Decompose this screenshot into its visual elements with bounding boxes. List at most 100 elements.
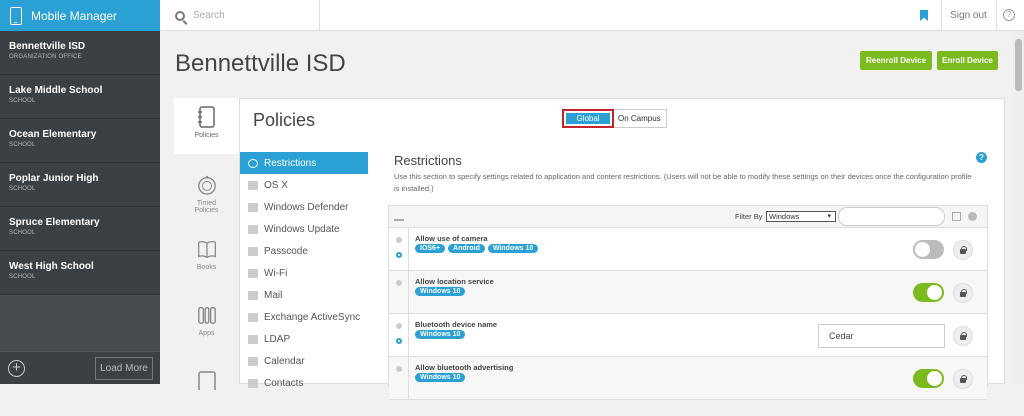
bluetooth-name-field[interactable]: Cedar xyxy=(818,324,945,348)
platform-badge: Windows 10 xyxy=(415,373,466,382)
menu-label: Exchange ActiveSync xyxy=(264,311,361,323)
row-gutter xyxy=(389,228,409,270)
sidebar-footer: + Load More xyxy=(0,351,160,384)
bookmark-icon[interactable] xyxy=(920,10,928,21)
lock-icon[interactable] xyxy=(953,326,973,346)
sidebar-filler xyxy=(0,295,160,351)
load-more-button[interactable]: Load More xyxy=(95,357,153,380)
sidebar-item-west-high[interactable]: West High School SCHOOL xyxy=(0,251,160,295)
sidebar: Bennettville ISD ORGANIZATION OFFICE Lak… xyxy=(0,31,160,384)
windows-icon xyxy=(248,224,258,234)
menu-calendar[interactable]: Calendar xyxy=(240,350,368,372)
platform-badge: Windows 10 xyxy=(487,244,539,253)
platform-badge: IOS6+ xyxy=(415,244,446,253)
tab-apps[interactable]: Apps xyxy=(174,296,239,352)
tab-timed-policies[interactable]: Timed Policies xyxy=(174,166,239,222)
school-type: SCHOOL xyxy=(9,274,36,280)
sign-out-link[interactable]: Sign out xyxy=(941,0,996,31)
add-icon[interactable]: + xyxy=(8,360,25,377)
filter-label: Filter By xyxy=(735,212,763,221)
row-gutter xyxy=(389,314,409,356)
platform-badges: Windows 10 xyxy=(415,287,466,296)
app-title: Mobile Manager xyxy=(31,8,118,23)
sidebar-item-lake-middle[interactable]: Lake Middle School SCHOOL xyxy=(0,75,160,119)
school-name: Bennettville ISD xyxy=(9,41,86,52)
tab-label: Policies xyxy=(194,132,219,139)
book-icon xyxy=(197,241,216,259)
policies-title: Policies xyxy=(253,110,316,130)
menu-restrictions[interactable]: Restrictions xyxy=(240,152,368,174)
menu-label: Windows Defender xyxy=(264,201,349,213)
menu-exchange-activesync[interactable]: Exchange ActiveSync xyxy=(240,306,368,328)
menu-label: Mail xyxy=(264,289,283,301)
menu-contacts[interactable]: Contacts xyxy=(240,372,368,394)
bluetooth-advertising-toggle[interactable] xyxy=(913,369,944,388)
camera-toggle[interactable] xyxy=(913,240,944,259)
platform-badges: Windows 10 xyxy=(415,330,466,339)
restrictions-description: Use this section to specify settings rel… xyxy=(394,172,972,193)
contacts-icon xyxy=(248,378,258,388)
app-brand[interactable]: Mobile Manager xyxy=(0,0,160,31)
tab-label: Books xyxy=(196,264,217,271)
sidebar-item-bennettville[interactable]: Bennettville ISD ORGANIZATION OFFICE xyxy=(0,31,160,75)
scrollbar[interactable] xyxy=(1013,31,1024,384)
help-icon[interactable]: ? xyxy=(1003,9,1015,21)
platform-badges: IOS6+ Android Windows 10 xyxy=(415,244,539,253)
menu-windows-update[interactable]: Windows Update xyxy=(240,218,368,240)
lock-icon[interactable] xyxy=(953,283,973,303)
filter-select[interactable]: Windows xyxy=(766,211,836,222)
sidebar-item-spruce-elementary[interactable]: Spruce Elementary SCHOOL xyxy=(0,207,160,251)
search-box[interactable]: Search xyxy=(160,0,320,31)
expand-icon[interactable] xyxy=(952,212,961,221)
status-dot xyxy=(396,366,402,372)
school-type: SCHOOL xyxy=(9,186,36,192)
reenroll-device-button[interactable]: Reenroll Device xyxy=(860,51,932,70)
apps-tools-icon xyxy=(197,307,216,324)
tab-books[interactable]: Books xyxy=(174,230,239,286)
menu-windows-defender[interactable]: Windows Defender xyxy=(240,196,368,218)
clear-icon[interactable] xyxy=(968,212,977,221)
menu-label: Contacts xyxy=(264,377,304,389)
divider xyxy=(996,0,997,31)
page-title: Bennettville ISD xyxy=(175,50,346,77)
stopwatch-icon xyxy=(197,175,216,195)
scope-global-button[interactable]: Global xyxy=(562,109,614,128)
lock-icon[interactable] xyxy=(953,369,973,389)
search-placeholder: Search xyxy=(193,10,225,21)
sync-icon xyxy=(248,312,258,322)
menu-passcode[interactable]: Passcode xyxy=(240,240,368,262)
help-icon[interactable]: ? xyxy=(976,152,987,163)
status-dot xyxy=(396,280,402,286)
sidebar-item-poplar-junior[interactable]: Poplar Junior High SCHOOL xyxy=(0,163,160,207)
menu-label: OS X xyxy=(264,179,288,191)
row-label: Allow location service xyxy=(415,277,494,286)
menu-wifi[interactable]: Wi-Fi xyxy=(240,262,368,284)
lock-icon[interactable] xyxy=(953,240,973,260)
tab-label: Timed Policies xyxy=(194,200,219,214)
mobile-device-icon xyxy=(10,6,22,25)
status-dot xyxy=(396,323,402,329)
school-name: Ocean Elementary xyxy=(9,129,97,140)
row-label: Bluetooth device name xyxy=(415,320,498,329)
menu-label: Passcode xyxy=(264,245,308,257)
tablet-icon xyxy=(197,371,216,390)
menu-os-x[interactable]: OS X xyxy=(240,174,368,196)
notebook-icon xyxy=(197,106,215,128)
tab-policies[interactable]: Policies xyxy=(174,98,239,154)
scroll-thumb[interactable] xyxy=(1015,39,1022,91)
location-service-toggle[interactable] xyxy=(913,283,944,302)
policies-panel: Policies Global On Campus Restrictions O… xyxy=(239,98,1005,400)
tab-device[interactable] xyxy=(174,360,239,416)
status-ring xyxy=(396,338,402,344)
keypad-icon xyxy=(248,246,258,256)
sidebar-item-ocean-elementary[interactable]: Ocean Elementary SCHOOL xyxy=(0,119,160,163)
defender-icon xyxy=(248,202,258,212)
school-type: SCHOOL xyxy=(9,142,36,148)
menu-mail[interactable]: Mail xyxy=(240,284,368,306)
filter-search-input[interactable] xyxy=(838,207,945,226)
enroll-device-button[interactable]: Enroll Device xyxy=(937,51,998,70)
status-dot xyxy=(396,237,402,243)
hierarchy-icon[interactable] xyxy=(394,213,404,221)
menu-ldap[interactable]: LDAP xyxy=(240,328,368,350)
scope-on-campus-button[interactable]: On Campus xyxy=(613,110,666,127)
